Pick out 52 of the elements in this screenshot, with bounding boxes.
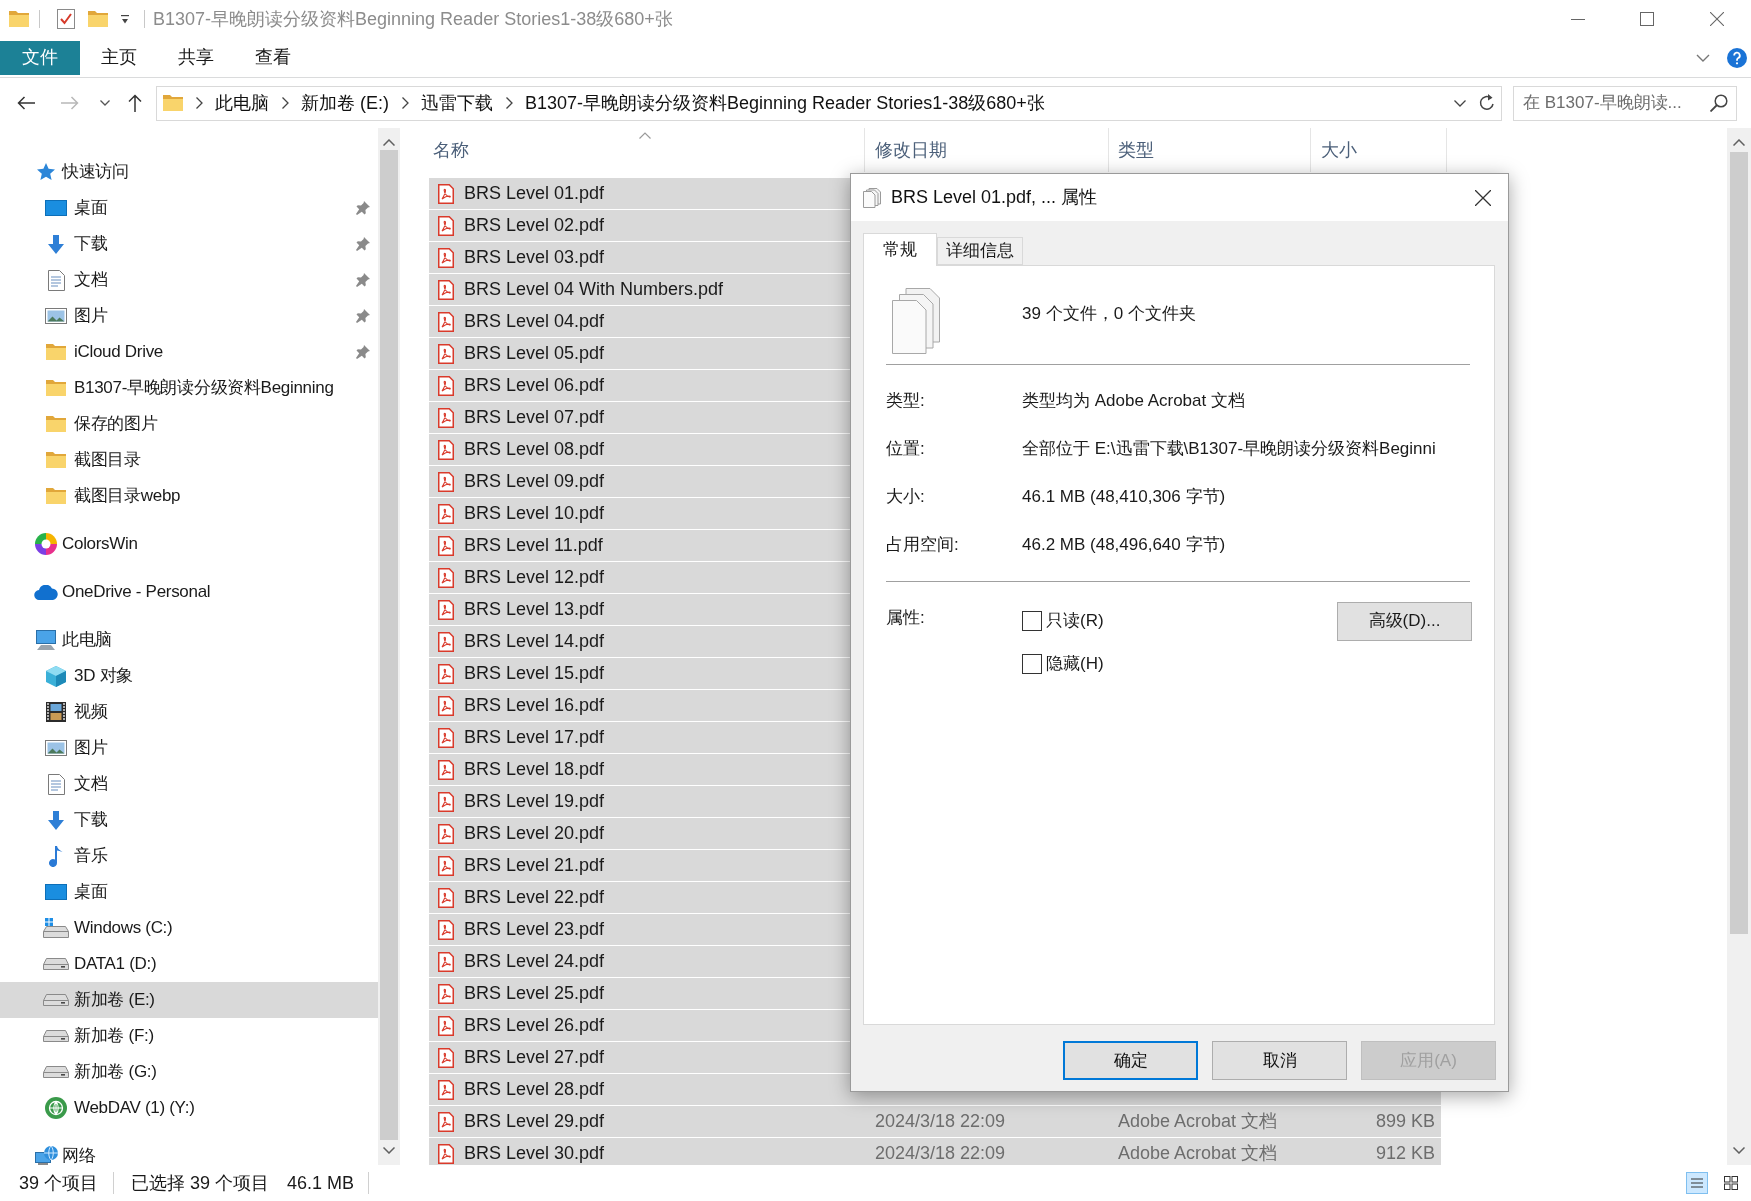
file-name: BRS Level 23.pdf — [464, 918, 605, 941]
file-name: BRS Level 06.pdf — [464, 374, 605, 397]
file-name: BRS Level 27.pdf — [464, 1046, 605, 1069]
file-count-summary: 39 个文件，0 个文件夹 — [1022, 303, 1196, 325]
file-name: BRS Level 13.pdf — [464, 598, 605, 621]
file-name: BRS Level 22.pdf — [464, 886, 605, 909]
file-name: BRS Level 28.pdf — [464, 1078, 605, 1101]
file-size: 912 KB — [1375, 1142, 1435, 1165]
file-name: BRS Level 29.pdf — [464, 1110, 605, 1133]
file-name: BRS Level 09.pdf — [464, 470, 605, 493]
modified-date: 2024/3/18 22:09 — [875, 1111, 1006, 1131]
field-value: 46.1 MB (48,410,306 字节) — [1022, 486, 1226, 509]
file-name: BRS Level 01.pdf — [464, 182, 605, 205]
field-value: 全部位于 E:\迅雷下载\B1307-早晚朗读分级资料Beginni — [1022, 438, 1436, 461]
field-label: 占用空间: — [886, 535, 959, 555]
window-title: B1307-早晚朗读分级资料Beginning Reader Stories1-38级680+张 — [153, 7, 673, 31]
file-name: BRS Level 30.pdf — [464, 1142, 605, 1165]
file-name: BRS Level 04.pdf — [464, 310, 605, 333]
file-name: BRS Level 03.pdf — [464, 246, 605, 269]
file-name: BRS Level 17.pdf — [464, 726, 605, 749]
status-item-count: 39 个项目 — [19, 1171, 99, 1195]
file-name: BRS Level 08.pdf — [464, 438, 605, 461]
file-name: BRS Level 15.pdf — [464, 662, 605, 685]
dialog-title: BRS Level 01.pdf, ... 属性 — [891, 186, 1098, 209]
file-type: Adobe Acrobat 文档 — [1118, 1143, 1278, 1163]
file-name: BRS Level 20.pdf — [464, 822, 605, 845]
file-type: Adobe Acrobat 文档 — [1118, 1111, 1278, 1131]
file-name: BRS Level 18.pdf — [464, 758, 605, 781]
file-name: BRS Level 25.pdf — [464, 982, 605, 1005]
file-name: BRS Level 14.pdf — [464, 630, 605, 653]
field-value: 类型均为 Adobe Acrobat 文档 — [1022, 390, 1245, 413]
attributes-label: 属性: — [886, 608, 925, 627]
file-name: BRS Level 26.pdf — [464, 1014, 605, 1037]
file-name: BRS Level 19.pdf — [464, 790, 605, 813]
status-selection: 已选择 39 个项目 — [131, 1171, 270, 1195]
file-name: BRS Level 10.pdf — [464, 502, 605, 525]
file-name: BRS Level 12.pdf — [464, 566, 605, 589]
file-name: BRS Level 24.pdf — [464, 950, 605, 973]
file-name: BRS Level 21.pdf — [464, 854, 605, 877]
field-label: 类型: — [886, 391, 925, 411]
file-name: BRS Level 04 With Numbers.pdf — [464, 278, 724, 301]
file-name: BRS Level 02.pdf — [464, 214, 605, 237]
modified-date: 2024/3/18 22:09 — [875, 1143, 1006, 1163]
status-selection-size: 46.1 MB — [287, 1171, 355, 1195]
file-size: 899 KB — [1375, 1110, 1435, 1133]
field-label: 大小: — [886, 487, 925, 507]
file-name: BRS Level 07.pdf — [464, 406, 605, 429]
field-label: 位置: — [886, 439, 925, 459]
field-value: 46.2 MB (48,496,640 字节) — [1022, 534, 1226, 557]
file-name: BRS Level 11.pdf — [464, 534, 603, 557]
file-name: BRS Level 16.pdf — [464, 694, 605, 717]
file-name: BRS Level 05.pdf — [464, 342, 605, 365]
